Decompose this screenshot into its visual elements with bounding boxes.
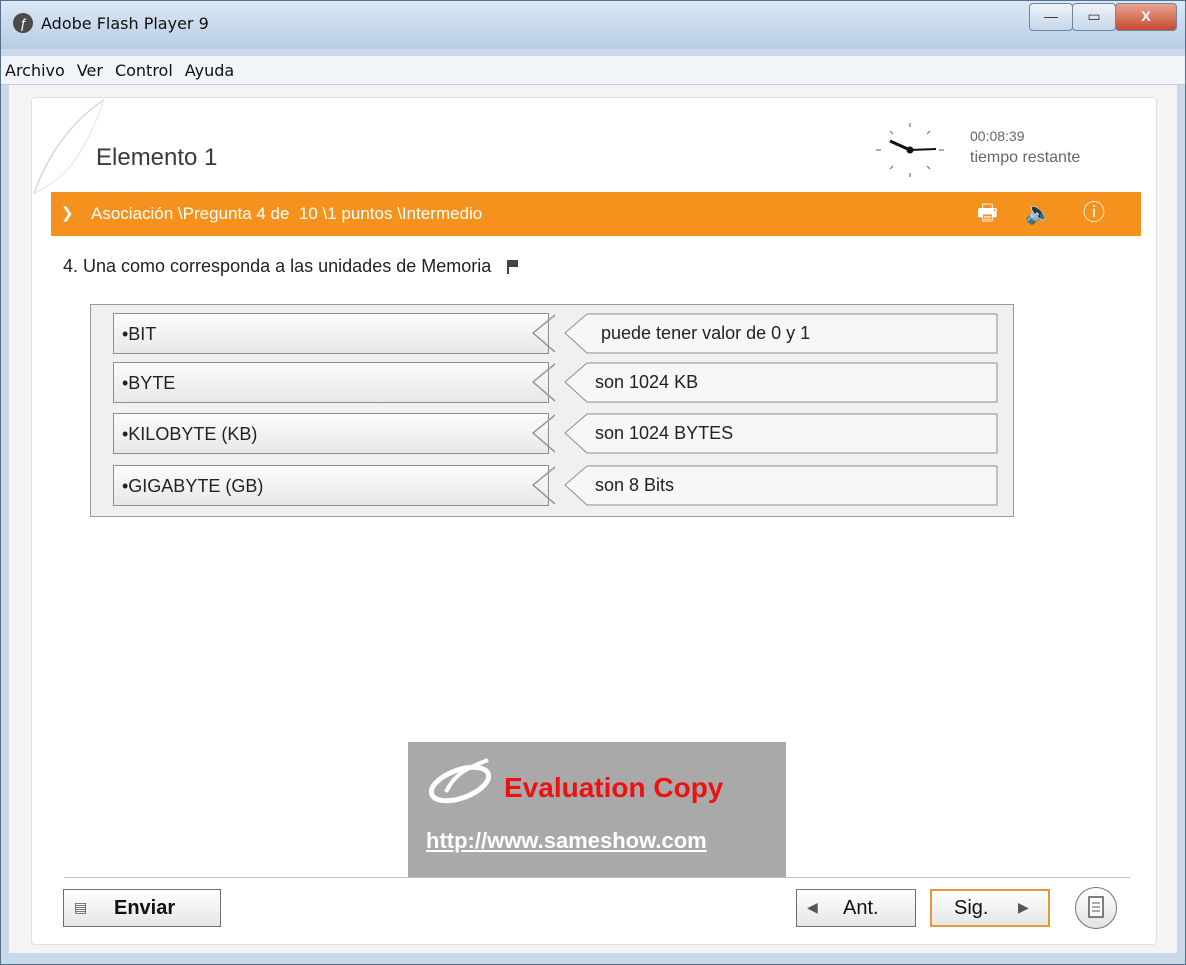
next-button[interactable]: Sig. ▶ xyxy=(930,889,1050,927)
left-item-byte[interactable]: •BYTE xyxy=(113,362,549,403)
list-icon: ▤ xyxy=(74,899,88,915)
speaker-icon[interactable]: 🔈 xyxy=(1025,198,1052,228)
close-button[interactable]: X xyxy=(1115,3,1177,31)
evaluation-watermark: Evaluation Copy http://www.sameshow.com xyxy=(408,742,786,878)
menu-archivo[interactable]: Archivo xyxy=(1,61,73,80)
menu-ayuda[interactable]: Ayuda xyxy=(181,61,242,80)
window-title: Adobe Flash Player 9 xyxy=(41,14,209,33)
left-item-gigabyte[interactable]: •GIGABYTE (GB) xyxy=(113,465,549,506)
matching-area: •BIT puede tener valor de 0 y 1 •BYTE so… xyxy=(90,304,1014,517)
match-row: •GIGABYTE (GB) son 8 Bits xyxy=(113,465,998,506)
watermark-url[interactable]: http://www.sameshow.com xyxy=(426,828,707,854)
match-row: •BIT puede tener valor de 0 y 1 xyxy=(113,313,998,354)
left-item-bit[interactable]: •BIT xyxy=(113,313,549,354)
flash-player-icon: ƒ xyxy=(13,13,33,33)
right-item-3[interactable]: son 1024 BYTES xyxy=(563,413,998,454)
question-info-bar: ❯ Asociación \Pregunta 4 de 10 \1 puntos… xyxy=(51,192,1141,236)
watermark-title: Evaluation Copy xyxy=(504,772,724,803)
right-item-1[interactable]: puede tener valor de 0 y 1 xyxy=(563,313,998,354)
next-arrow-icon: ▶ xyxy=(1018,899,1029,915)
menu-ver[interactable]: Ver xyxy=(73,61,111,80)
question-label: 4. Una como corresponda a las unidades d… xyxy=(63,256,492,276)
document-icon xyxy=(1088,896,1104,918)
flash-content: Elemento 1 00:08:39 tiempo restante ❯ As… xyxy=(9,85,1177,953)
left-item-kilobyte[interactable]: •KILOBYTE (KB) xyxy=(113,413,549,454)
chevron-left-icon xyxy=(531,466,556,505)
submit-button[interactable]: ▤ Enviar xyxy=(63,889,221,927)
print-icon[interactable]: 🖶 xyxy=(977,198,998,228)
app-window: ƒ Adobe Flash Player 9 — ▭ X Archivo Ver… xyxy=(0,0,1186,965)
info-icon[interactable]: ⓘ xyxy=(1083,198,1105,228)
title-bar: ƒ Adobe Flash Player 9 — ▭ X xyxy=(1,1,1185,49)
menu-bar: Archivo Ver Control Ayuda xyxy=(1,56,1185,85)
document-button[interactable] xyxy=(1075,887,1117,929)
timer-label: tiempo restante xyxy=(970,149,1081,166)
page-title: Elemento 1 xyxy=(96,144,218,171)
match-row: •BYTE son 1024 KB xyxy=(113,362,998,403)
question-info-text: Asociación \Pregunta 4 de 10 \1 puntos \… xyxy=(91,204,483,223)
chevron-left-icon xyxy=(531,414,556,453)
timer-value: 00:08:39 xyxy=(970,128,1025,144)
minimize-button[interactable]: — xyxy=(1029,3,1073,31)
question-text: 4. Una como corresponda a las unidades d… xyxy=(63,256,520,277)
flag-icon[interactable] xyxy=(506,259,520,275)
previous-arrow-icon: ◀ xyxy=(807,899,818,915)
chevron-left-icon xyxy=(531,314,556,353)
previous-button[interactable]: ◀ Ant. xyxy=(796,889,916,927)
right-item-2[interactable]: son 1024 KB xyxy=(563,362,998,403)
quiz-panel: Elemento 1 00:08:39 tiempo restante ❯ As… xyxy=(31,97,1157,945)
footer-divider xyxy=(64,877,1130,878)
clock-icon xyxy=(876,123,944,177)
sameshow-logo-icon xyxy=(428,758,492,804)
menu-control[interactable]: Control xyxy=(111,61,181,80)
chevron-left-icon xyxy=(531,363,556,402)
match-row: •KILOBYTE (KB) son 1024 BYTES xyxy=(113,413,998,454)
right-item-4[interactable]: son 8 Bits xyxy=(563,465,998,506)
bullet-arrow-icon: ❯ xyxy=(61,205,74,222)
maximize-button[interactable]: ▭ xyxy=(1072,3,1116,31)
